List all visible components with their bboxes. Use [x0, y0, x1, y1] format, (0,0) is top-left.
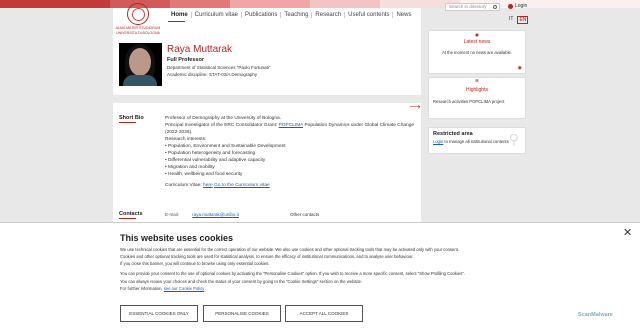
- latest-news-widget: ● Latest news At the moment no news are …: [428, 30, 526, 74]
- lang-it[interactable]: IT: [508, 16, 514, 24]
- short-bio: Professor of Demography at the Universit…: [165, 115, 415, 189]
- latest-news-text: At the moment no news are available.: [441, 50, 513, 55]
- rss-icon[interactable]: ◉: [518, 65, 522, 71]
- short-bio-label: Short Bio: [119, 115, 144, 123]
- profile-discipline: Academic discipline: STAT-03/A Demograph…: [167, 72, 258, 77]
- nav-publications[interactable]: Publications: [242, 12, 282, 18]
- cookie-p3: If you close this banner, you will conti…: [120, 261, 270, 266]
- restricted-desc: to manage all institutional contents: [443, 139, 509, 144]
- email-link[interactable]: raya.muttarak@unibo.it: [192, 212, 239, 217]
- restricted-area-widget: Restricted area Login to manage all inst…: [428, 127, 526, 154]
- nav-teaching[interactable]: Teaching: [281, 12, 313, 18]
- nav-news[interactable]: News: [393, 12, 414, 18]
- key-icon: ⚲: [508, 131, 519, 147]
- restricted-login-link[interactable]: Login: [433, 139, 443, 144]
- university-seal-icon: [127, 3, 149, 25]
- list-item: Population heterogeneity and forecasting: [165, 150, 415, 157]
- profile-photo: [119, 43, 162, 86]
- login-link[interactable]: Login: [508, 3, 527, 9]
- research-interests-label: Research interests:: [165, 137, 207, 142]
- bio-dates: (2022-2026).: [165, 130, 193, 135]
- close-icon[interactable]: ✕: [623, 226, 632, 239]
- accept-all-cookies-button[interactable]: ACCEPT ALL COOKIES: [285, 305, 363, 322]
- bio-line2: Principal Investigator of the ERC Consol…: [165, 122, 415, 129]
- lang-en[interactable]: EN: [517, 16, 529, 24]
- cookie-p2: Cookies and other optional tracking tool…: [120, 254, 414, 259]
- research-interests-list: Population, Environment and Sustainable …: [165, 143, 415, 178]
- main-nav: Home Curriculum vitae Publications Teach…: [168, 12, 414, 18]
- other-contacts-label: Other contacts: [290, 212, 320, 217]
- cookie-p4: You can provide your consent to the use …: [120, 271, 465, 276]
- quote-icon: “: [475, 78, 479, 87]
- profile-role: Full Professor: [167, 57, 204, 63]
- section-separator: [113, 95, 421, 103]
- cv-line: Curriculum Vitae: here Go to the Curricu…: [165, 182, 415, 189]
- logo-text-line2: UNIVERSITÀ DI BOLOGNA: [116, 31, 160, 35]
- cv-here-link[interactable]: here: [203, 183, 213, 188]
- language-switcher: IT EN: [508, 16, 529, 24]
- cookie-title: This website uses cookies: [120, 233, 234, 243]
- popclima-link[interactable]: POPCLIMA: [279, 123, 304, 128]
- highlights-widget: “ Highlights Research activities POPCLIM…: [428, 77, 526, 119]
- nav-active-underline: [168, 21, 185, 22]
- search-placeholder: Search in directory: [449, 4, 487, 9]
- list-item: Migration and mobility: [165, 164, 415, 171]
- bio-erc-text: Principal Investigator of the ERC Consol…: [165, 123, 279, 128]
- latest-news-title: Latest news: [463, 39, 491, 45]
- nav-home[interactable]: Home: [168, 12, 192, 18]
- highlights-title: Highlights: [466, 87, 488, 93]
- bio-line1: Professor of Demography at the Universit…: [165, 116, 281, 121]
- cookie-p5: You can always review your choices and c…: [120, 279, 363, 284]
- email-row: E-mail: raya.muttarak@unibo.it: [165, 212, 239, 217]
- share-icon[interactable]: ⟶: [409, 102, 420, 111]
- profile-name: Raya Muttarak: [167, 44, 233, 55]
- bio-erc-title: Population Dynamics under Global Climate…: [303, 123, 415, 128]
- nav-research[interactable]: Research: [312, 12, 346, 18]
- top-color-stripe: [0, 0, 640, 8]
- contacts-label: Contacts: [119, 211, 143, 219]
- cookie-p1: We use technical cookies that are essent…: [120, 247, 459, 252]
- cv-goto-link[interactable]: Go to the Curriculum vitae: [214, 183, 270, 188]
- login-label: Login: [515, 3, 528, 9]
- cookie-policy-link[interactable]: see our Cookie Policy: [164, 286, 205, 291]
- list-item: Differential vulnerability and adaptive …: [165, 157, 415, 164]
- personalise-cookies-button[interactable]: PERSONALISE COOKIES: [203, 305, 281, 322]
- cookie-p6-text: For further information,: [120, 286, 164, 291]
- cv-label: Curriculum Vitae:: [165, 183, 204, 188]
- email-label: E-mail:: [165, 212, 180, 217]
- university-logo[interactable]: ALMA MATER STUDIORUM UNIVERSITÀ DI BOLOG…: [113, 3, 163, 36]
- nav-useful-contents[interactable]: Useful contents: [345, 12, 394, 18]
- list-item: Health, wellbeing and food security: [165, 171, 415, 178]
- chat-icon: ●: [474, 32, 480, 39]
- scanmalware-watermark: ScanMalware: [578, 312, 613, 318]
- highlights-text[interactable]: Research activities POPCLIMA project: [429, 99, 525, 104]
- search-icon[interactable]: [493, 5, 497, 9]
- profile-department: Department of Statistical Sciences "Paol…: [167, 65, 271, 70]
- logo-text-line1: ALMA MATER STUDIORUM: [115, 26, 161, 30]
- list-item: Population, Environment and Sustainable …: [165, 143, 415, 150]
- directory-search-input[interactable]: Search in directory: [445, 3, 500, 11]
- contacts-heading: Contacts: [119, 211, 143, 217]
- nav-curriculum-vitae[interactable]: Curriculum vitae: [192, 12, 243, 18]
- user-icon: [508, 3, 513, 9]
- short-bio-heading: Short Bio: [119, 115, 144, 121]
- cookie-p6: For further information, see our Cookie …: [120, 286, 540, 292]
- essential-cookies-button[interactable]: ESSENTIAL COOKIES ONLY: [120, 305, 198, 322]
